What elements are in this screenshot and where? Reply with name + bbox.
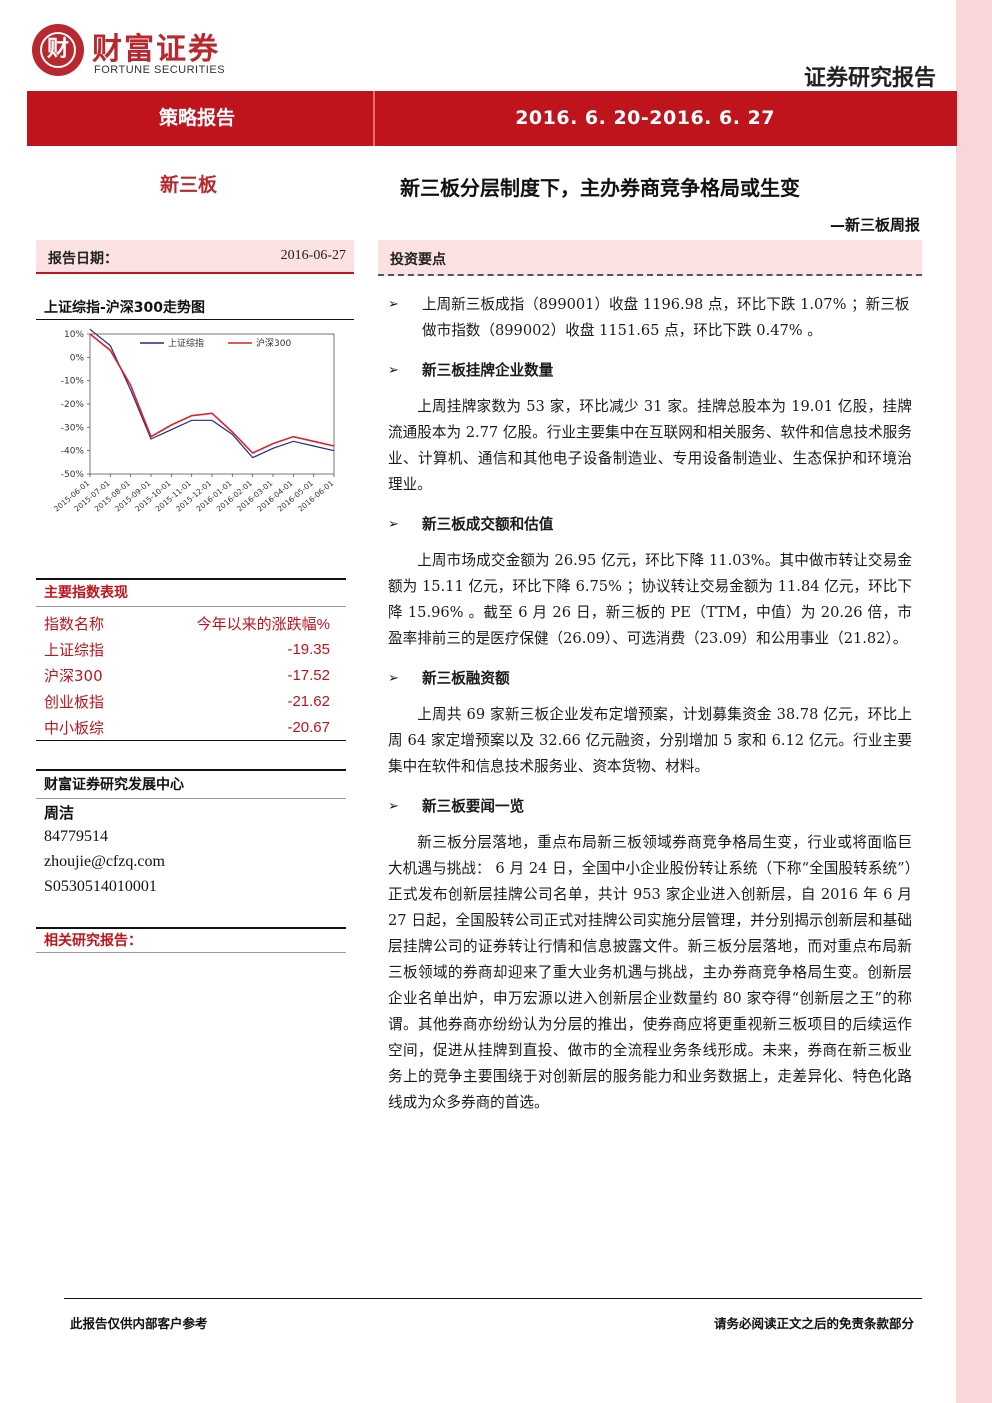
report-type-label: 证券研究报告 <box>803 66 936 91</box>
section-paragraph: 上周共 69 家新三板企业发布定增预案，计划募集资金 38.78 亿元，环比上周… <box>388 706 912 775</box>
summary-bullet: ➢ 上周新三板成指（899001）收盘 1196.98 点，环比下跌 1.07%… <box>388 292 912 344</box>
y-tick-label: -10% <box>61 377 85 387</box>
y-tick-label: 0% <box>70 353 85 363</box>
arrow-icon: ➢ <box>388 671 399 686</box>
table-row: 沪深300 -17.52 <box>44 662 344 688</box>
y-tick-label: -30% <box>61 423 85 433</box>
report-date-label: 报告日期： <box>48 251 118 267</box>
arrow-icon: ➢ <box>388 363 399 378</box>
section-heading-text: 新三板挂牌企业数量 <box>422 362 554 379</box>
report-date-bar: 报告日期： 2016-06-27 <box>36 240 354 274</box>
legend-label: 沪深300 <box>256 337 291 349</box>
index-trend-chart: 10% 0% -10% -20% -30% -40% -50% 2015-06-01 2015-… <box>44 324 344 554</box>
indices-header-row: 指数名称 今年以来的涨跌幅% <box>44 610 344 636</box>
investment-points-bar: 投资要点 <box>378 240 922 276</box>
index-change: -17.52 <box>287 666 330 684</box>
index-name: 中小板综 <box>44 718 105 737</box>
section-heading: ➢ 新三板成交额和估值 <box>388 512 912 538</box>
index-change: -19.35 <box>287 640 330 658</box>
indices-table: 指数名称 今年以来的涨跌幅% 上证综指 -19.35 沪深300 -17.52 … <box>44 610 344 740</box>
section-heading-text: 新三板成交额和估值 <box>422 516 554 533</box>
footer-disclaimer-right: 请务必阅读正文之后的免责条款部分 <box>713 1316 914 1331</box>
arrow-icon: ➢ <box>388 297 399 312</box>
related-reports-label: 相关研究报告： <box>44 933 142 949</box>
indices-header-change: 今年以来的涨跌幅% <box>196 615 330 633</box>
header-banner: 策略报告 2016. 6. 20-2016. 6. 27 <box>27 91 957 146</box>
table-row: 中小板综 -20.67 <box>44 714 344 740</box>
research-center-title: 财富证券研究发展中心 <box>44 777 184 793</box>
arrow-icon: ➢ <box>388 517 399 532</box>
section-heading: ➢ 新三板要闻一览 <box>388 794 912 820</box>
y-tick-label: -40% <box>61 447 85 457</box>
page-edge-strip <box>956 0 992 1403</box>
chart-title: 上证综指-沪深300走势图 <box>44 300 206 316</box>
y-tick-label: 10% <box>64 330 84 340</box>
y-tick-label: -50% <box>61 470 85 480</box>
footer-disclaimer-left: 此报告仅供内部客户参考 <box>70 1316 208 1331</box>
report-title: 新三板分层制度下，主办券商竞争格局或生变 <box>400 176 800 200</box>
analyst-certificate: S0530514010001 <box>44 878 157 895</box>
arrow-icon: ➢ <box>388 799 399 814</box>
index-name: 上证综指 <box>44 640 105 659</box>
table-row: 创业板指 -21.62 <box>44 688 344 714</box>
chart-svg: 10%0%-10%-20%-30%-40%-50%2015-06-012015-… <box>52 328 335 514</box>
logo-english-name: FORTUNE SECURITIES <box>94 64 226 76</box>
report-date-value: 2016-06-27 <box>280 248 346 263</box>
analyst-phone: 84779514 <box>44 828 108 845</box>
section-tag: 新三板 <box>160 174 218 196</box>
index-change: -20.67 <box>287 718 330 736</box>
section-paragraph: 上周市场成交金额为 26.95 亿元，环比下降 11.03%。其中做市转让交易金… <box>388 552 912 647</box>
report-subtitle: —新三板周报 <box>829 216 920 234</box>
company-logo: 财 财富证券 FORTUNE SECURITIES <box>32 22 232 82</box>
section-heading: ➢ 新三板融资额 <box>388 666 912 692</box>
table-row: 上证综指 -19.35 <box>44 636 344 662</box>
series-line <box>89 333 335 454</box>
section-paragraph: 上周挂牌家数为 53 家，环比减少 31 家。挂牌总股本为 19.01 亿股，挂… <box>388 398 912 493</box>
index-name: 创业板指 <box>44 692 105 711</box>
investment-points-label: 投资要点 <box>390 252 446 268</box>
indices-title: 主要指数表现 <box>44 585 128 601</box>
section-heading-text: 新三板融资额 <box>422 670 510 687</box>
y-tick-label: -20% <box>61 400 85 410</box>
legend-label: 上证综指 <box>168 337 204 349</box>
banner-category: 策略报告 <box>158 107 235 129</box>
banner-date-range: 2016. 6. 20-2016. 6. 27 <box>515 107 775 129</box>
section-heading: ➢ 新三板挂牌企业数量 <box>388 358 912 384</box>
analyst-name: 周洁 <box>44 804 75 822</box>
section-heading-text: 新三板要闻一览 <box>422 798 525 815</box>
report-body: ➢ 上周新三板成指（899001）收盘 1196.98 点，环比下跌 1.07%… <box>388 292 912 1116</box>
index-change: -21.62 <box>287 692 330 710</box>
indices-header-name: 指数名称 <box>44 614 105 633</box>
section-paragraph: 新三板分层落地，重点布局新三板领域券商竞争格局生变，行业或将面临巨大机遇与挑战：… <box>388 834 912 1111</box>
plot-frame <box>89 333 335 475</box>
analyst-email[interactable]: zhoujie@cfzq.com <box>44 853 165 871</box>
summary-text: 上周新三板成指（899001）收盘 1196.98 点，环比下跌 1.07% ；… <box>422 296 910 339</box>
logo-chinese-name: 财富证券 <box>92 32 220 67</box>
logo-seal-icon: 财 <box>32 24 84 76</box>
index-name: 沪深300 <box>44 666 103 685</box>
